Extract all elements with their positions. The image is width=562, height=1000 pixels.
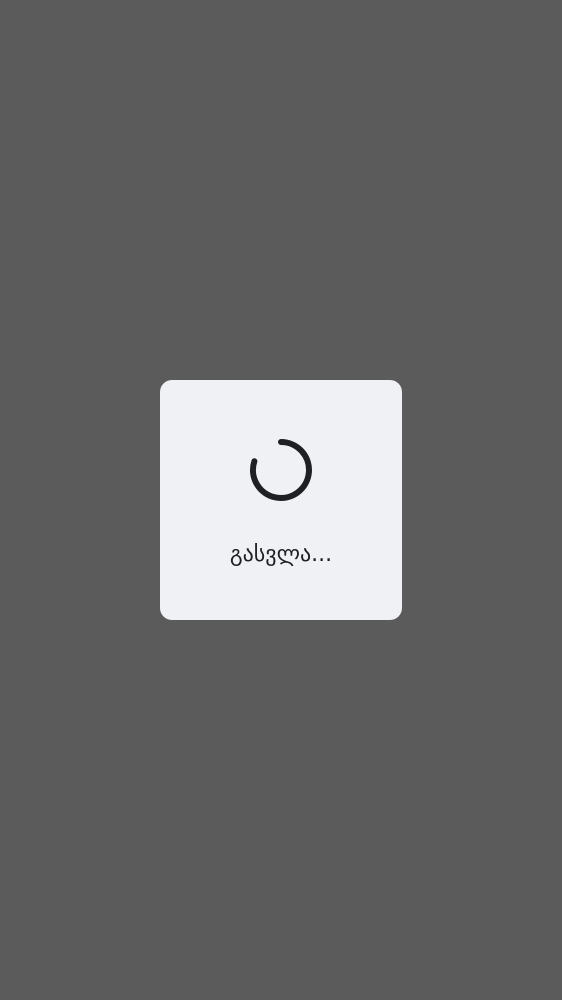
loading-spinner-icon (249, 439, 312, 501)
logout-status-text: გასვლა... (229, 542, 333, 567)
